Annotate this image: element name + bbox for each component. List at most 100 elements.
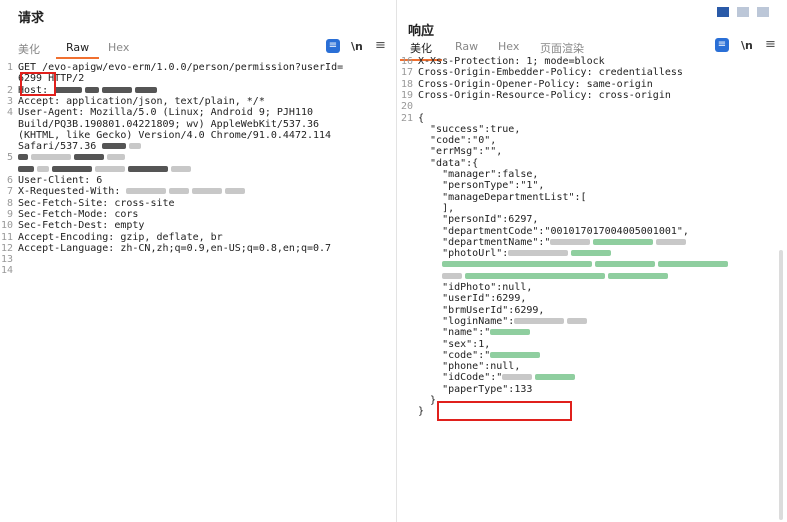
response-tab-hex[interactable]: Hex [498, 40, 519, 53]
response-tab-render[interactable]: 页面渲染 [540, 40, 584, 56]
line-text: Sec-Fetch-Mode: cors [18, 208, 139, 220]
redacted-text [514, 317, 565, 324]
line-text: Build/PQ3B.190801.04221809; wv) AppleWeb… [18, 118, 320, 130]
redacted-text [550, 238, 591, 245]
response-code-line: 21 { [397, 113, 787, 124]
response-code-line: ], [397, 203, 787, 214]
line-number: 12 [0, 242, 13, 254]
request-code-line: Safari/537.36 [0, 141, 396, 152]
line-text: GET /evo-apigw/evo-erm/1.0.0/person/perm… [18, 62, 344, 73]
redacted-text [490, 351, 541, 358]
menu-icon[interactable]: ≡ [765, 37, 776, 52]
line-text [18, 152, 128, 163]
line-number: 13 [0, 254, 13, 266]
redacted-text [171, 165, 191, 172]
response-code-line: "personType":"1", [397, 180, 787, 191]
request-code-line: 8 Sec-Fetch-Site: cross-site [0, 198, 396, 209]
response-code-line: "departmentCode":"001017017004005001001"… [397, 226, 787, 237]
line-text: User-Agent: Mozilla/5.0 (Linux; Android … [18, 107, 314, 119]
redacted-text [135, 86, 158, 93]
line-number: 17 [400, 67, 413, 79]
response-code-line: "personId":6297, [397, 214, 787, 225]
line-number: 18 [400, 78, 413, 90]
wrap-toggle-icon[interactable]: ≡ [715, 38, 729, 52]
wrap-toggle-icon[interactable]: ≡ [326, 39, 340, 53]
redacted-text [656, 238, 687, 245]
line-text: Cross-Origin-Resource-Policy: cross-orig… [418, 89, 671, 101]
line-text: "phone":null, [418, 361, 521, 373]
line-text: Accept-Language: zh-CN,zh;q=0.9,en-US;q=… [18, 242, 332, 254]
line-text: "name":" [418, 327, 533, 338]
line-text [418, 271, 671, 282]
request-tabs: 美化 Raw Hex ≡ \n ≡ [0, 38, 396, 60]
line-text: "loginName": [418, 316, 590, 327]
line-text: "personType":"1", [418, 180, 545, 192]
window-controls[interactable] [717, 7, 775, 17]
request-tab-pretty[interactable]: 美化 [18, 41, 40, 57]
redacted-text [442, 261, 593, 268]
response-code-line: "photoUrl": [397, 248, 787, 259]
redacted-text [18, 165, 34, 172]
response-tab-pretty[interactable]: 美化 [400, 40, 442, 61]
response-code-line [397, 259, 787, 270]
line-text: X-Xss-Protection: 1; mode=block [418, 56, 605, 67]
redacted-text [74, 154, 104, 161]
response-scrollbar[interactable] [779, 250, 783, 520]
request-code-line: 3 Accept: application/json, text/plain, *… [0, 96, 396, 107]
response-code-line: "departmentName":" [397, 237, 787, 248]
request-code-line: 1 GET /evo-apigw/evo-erm/1.0.0/person/per… [0, 62, 396, 73]
request-code-line: 12 Accept-Language: zh-CN,zh;q=0.9,en-US;… [0, 243, 396, 254]
newline-toggle[interactable]: \n [351, 40, 363, 53]
redacted-text [593, 238, 654, 245]
response-code-line: "code":"0", [397, 135, 787, 146]
response-code-line: "errMsg":"", [397, 146, 787, 157]
line-text: "data":{ [418, 157, 479, 169]
redacted-text [567, 317, 588, 324]
line-text [18, 164, 194, 175]
line-number: 7 [6, 186, 13, 198]
request-pane: 请求 美化 Raw Hex ≡ \n ≡ 1 GET /evo-apigw/evo… [0, 0, 397, 522]
line-number: 1 [6, 62, 13, 73]
line-text: X-Requested-With: [18, 186, 248, 197]
response-code-line [397, 271, 787, 282]
line-text: "idCode":" [418, 372, 578, 383]
line-text: "departmentCode":"001017017004005001001"… [418, 225, 689, 237]
request-tab-raw[interactable]: Raw [55, 41, 100, 59]
response-code-line: "userId":6299, [397, 293, 787, 304]
line-text [418, 259, 731, 270]
line-text: Sec-Fetch-Dest: empty [18, 220, 145, 232]
redacted-text [126, 188, 167, 195]
redacted-text [192, 188, 223, 195]
line-number: 2 [6, 84, 13, 96]
redacted-text [54, 86, 83, 93]
response-tab-raw[interactable]: Raw [455, 40, 478, 53]
line-text: } [418, 395, 437, 406]
request-code-line: 6299 HTTP/2 [0, 73, 396, 84]
redacted-text [608, 272, 669, 279]
redacted-text [102, 143, 127, 150]
request-code-line: 2 Host: [0, 85, 396, 96]
line-number: 10 [0, 220, 13, 232]
request-tab-hex[interactable]: Hex [108, 41, 129, 54]
line-text: Safari/537.36 [18, 141, 144, 152]
redacted-text [18, 154, 28, 161]
menu-icon[interactable]: ≡ [375, 38, 386, 53]
line-text: Accept: application/json, text/plain, */… [18, 95, 265, 107]
redacted-text [107, 154, 125, 161]
redacted-text [102, 86, 133, 93]
response-code-line: "name":" [397, 327, 787, 338]
line-text: Cross-Origin-Opener-Policy: same-origin [418, 78, 653, 90]
line-text: "userId":6299, [418, 293, 527, 305]
line-number: 21 [400, 112, 413, 124]
response-code-line: "loginName": [397, 316, 787, 327]
line-number: 20 [400, 101, 413, 113]
response-code-line: "manager":false, [397, 169, 787, 180]
line-number: 4 [6, 107, 13, 119]
response-code-line: 20 [397, 101, 787, 112]
response-code-line: "idCode":" [397, 372, 787, 383]
newline-toggle[interactable]: \n [741, 39, 753, 52]
response-code-line: "manageDepartmentList":[ [397, 192, 787, 203]
request-code-line: 4 User-Agent: Mozilla/5.0 (Linux; Android… [0, 107, 396, 118]
line-text: "success":true, [418, 123, 521, 135]
line-text: "code":" [418, 350, 543, 361]
